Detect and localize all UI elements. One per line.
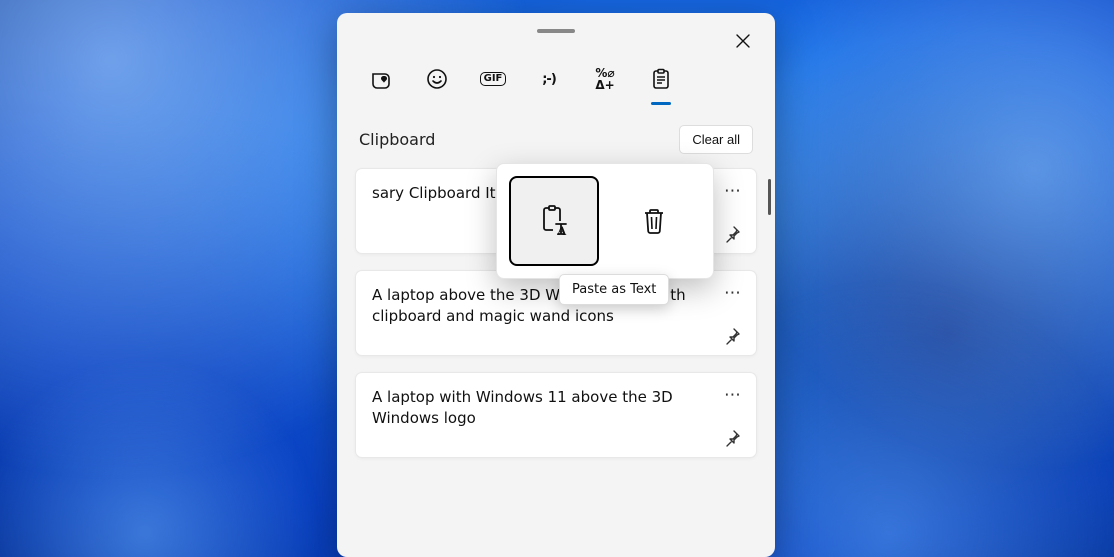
paste-as-text-button[interactable]: A [509, 176, 599, 266]
item-pin-button[interactable] [724, 225, 742, 243]
item-more-button[interactable]: ⋯ [724, 283, 742, 303]
pin-icon [724, 429, 742, 447]
scrollbar-thumb[interactable] [768, 179, 771, 215]
pin-icon [724, 327, 742, 345]
tab-strip: GIF ;-) %⌀Δ+ [337, 33, 775, 97]
tab-recent[interactable] [365, 61, 397, 97]
clipboard-item[interactable]: A laptop above the 3D Windows logo with … [355, 270, 757, 356]
item-actions-popover: A Paste as Text [496, 163, 714, 279]
symbols-label: %⌀Δ+ [595, 67, 614, 91]
delete-item-button[interactable] [609, 176, 699, 266]
tab-emoji[interactable] [421, 61, 453, 97]
clipboard-item[interactable]: A laptop with Windows 11 above the 3D Wi… [355, 372, 757, 458]
item-pin-button[interactable] [724, 327, 742, 345]
tab-kaomoji[interactable]: ;-) [533, 61, 565, 97]
svg-text:A: A [557, 223, 567, 238]
recent-icon [370, 69, 392, 89]
paste-text-icon: A [539, 204, 569, 238]
item-pin-button[interactable] [724, 429, 742, 447]
tab-clipboard[interactable] [645, 61, 677, 97]
kaomoji-label: ;-) [542, 72, 556, 87]
item-more-button[interactable]: ⋯ [724, 181, 742, 201]
emoji-icon [426, 68, 448, 90]
clipboard-item[interactable]: sary Clipboard Ite ⋯ A [355, 168, 757, 254]
item-more-button[interactable]: ⋯ [724, 385, 742, 405]
clear-all-button[interactable]: Clear all [679, 125, 753, 154]
pin-icon [724, 225, 742, 243]
paste-as-text-tooltip: Paste as Text [559, 274, 669, 305]
close-button[interactable] [729, 27, 757, 55]
tab-gif[interactable]: GIF [477, 61, 509, 97]
section-title: Clipboard [359, 130, 435, 149]
clipboard-icon [651, 68, 671, 90]
gif-label: GIF [480, 72, 507, 86]
clipboard-item-text: A laptop with Windows 11 above the 3D Wi… [372, 387, 712, 429]
clipboard-items: sary Clipboard Ite ⋯ A [337, 168, 775, 458]
emoji-clipboard-panel: GIF ;-) %⌀Δ+ Clipboard Clear all sary Cl… [337, 13, 775, 557]
close-icon [736, 34, 750, 48]
tab-symbols[interactable]: %⌀Δ+ [589, 61, 621, 97]
trash-icon [641, 207, 667, 235]
